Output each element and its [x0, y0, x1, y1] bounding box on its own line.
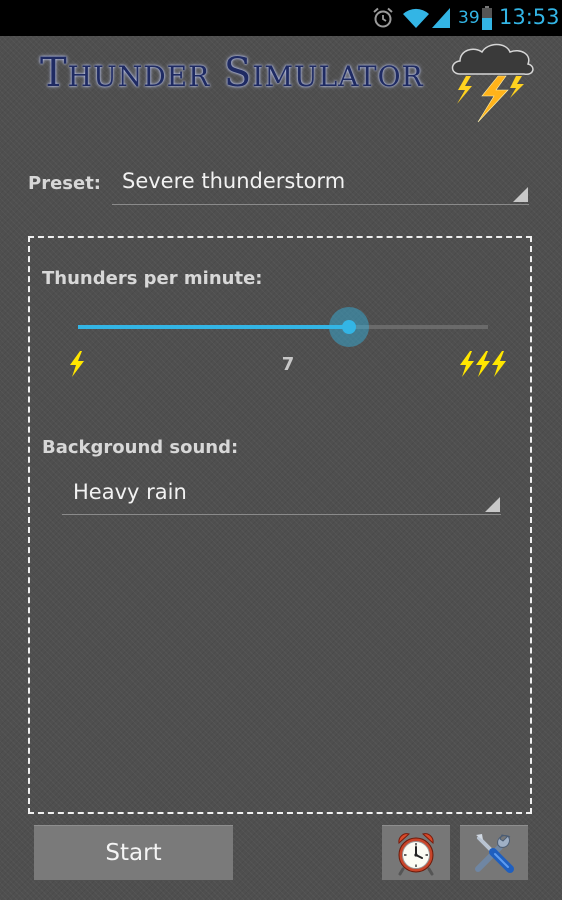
- tools-icon: [475, 834, 514, 873]
- triple-bolt-icon: [460, 351, 506, 377]
- app-title: Thunder Simulator: [40, 50, 424, 96]
- cell-signal-icon: [432, 8, 450, 28]
- single-bolt-icon: [70, 351, 84, 377]
- alarm-clock-icon: [398, 833, 434, 876]
- preset-dropdown[interactable]: Severe thunderstorm: [112, 164, 529, 205]
- thunders-slider-thumb[interactable]: [329, 307, 369, 347]
- background-sound-selected-value: Heavy rain: [73, 480, 187, 504]
- status-bar: 39 13:53: [0, 0, 562, 36]
- preset-selected-value: Severe thunderstorm: [122, 169, 346, 193]
- dropdown-arrow-icon: [513, 187, 528, 202]
- start-button[interactable]: Start: [34, 825, 233, 880]
- clock: 13:53: [499, 5, 560, 29]
- background-sound-dropdown[interactable]: Heavy rain: [62, 474, 501, 515]
- wifi-icon: [403, 8, 429, 28]
- tools-button[interactable]: [460, 825, 528, 880]
- preset-label: Preset:: [28, 173, 102, 194]
- battery-icon: [482, 6, 492, 30]
- battery-level: 39: [458, 8, 480, 28]
- thunders-per-minute-value: 7: [281, 354, 295, 375]
- alarm-button[interactable]: [382, 825, 450, 880]
- alarm-clock-icon: [373, 7, 393, 28]
- dropdown-arrow-icon: [485, 497, 500, 512]
- thunders-per-minute-label: Thunders per minute:: [42, 268, 263, 289]
- settings-panel: [28, 236, 532, 814]
- thunders-slider-fill: [78, 325, 349, 329]
- storm-cloud-lightning-icon: [451, 43, 534, 123]
- background-sound-label: Background sound:: [42, 437, 239, 458]
